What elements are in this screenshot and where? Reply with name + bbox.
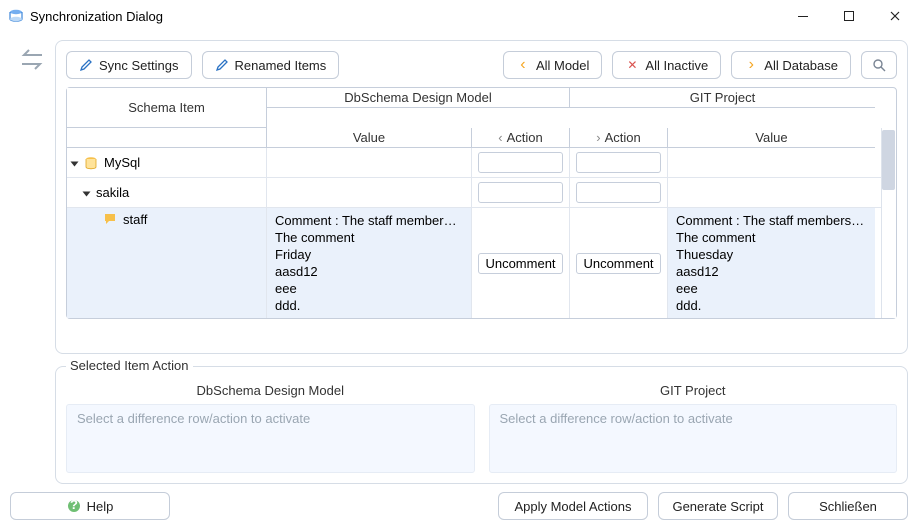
- action-placeholder-button[interactable]: [478, 152, 563, 173]
- vertical-scrollbar[interactable]: [881, 128, 896, 318]
- schema-item-label: Schema Item: [128, 100, 205, 115]
- scroll-thumb[interactable]: [882, 130, 895, 190]
- table-row[interactable]: sakila: [67, 178, 896, 208]
- action-placeholder-button[interactable]: [576, 152, 661, 173]
- close-button[interactable]: Schließen: [788, 492, 908, 520]
- selected-item-action-legend: Selected Item Action: [66, 358, 193, 373]
- grid-header-sub-row: Value Action Action Value: [67, 128, 896, 148]
- row-label: sakila: [96, 185, 129, 200]
- tree-cell[interactable]: MySql: [67, 148, 267, 177]
- col-header-left-value[interactable]: Value: [267, 128, 472, 148]
- content-area: Sync Settings Renamed Items All Model ✕ …: [0, 32, 920, 532]
- renamed-items-button[interactable]: Renamed Items: [202, 51, 340, 79]
- diff-grid: Schema Item DbSchema Design Model GIT Pr…: [66, 87, 897, 319]
- table-row[interactable]: MySql: [67, 148, 896, 178]
- window-maximize-button[interactable]: [826, 0, 872, 32]
- grid-header-group-row: Schema Item DbSchema Design Model GIT Pr…: [67, 88, 896, 128]
- right-value-cell: Comment : The staff members are l... The…: [668, 208, 875, 318]
- all-inactive-label: All Inactive: [645, 58, 708, 73]
- all-model-button[interactable]: All Model: [503, 51, 602, 79]
- chevron-left-sort-icon: [498, 130, 506, 145]
- comment-icon: [103, 212, 117, 226]
- window-titlebar: Synchronization Dialog: [0, 0, 920, 32]
- window-minimize-button[interactable]: [780, 0, 826, 32]
- tree-expand-icon[interactable]: [71, 161, 79, 166]
- rename-pencil-icon: [215, 58, 229, 72]
- window-controls: [780, 0, 918, 32]
- design-model-label: DbSchema Design Model: [344, 90, 491, 105]
- chevron-left-icon: [516, 58, 530, 72]
- help-label: Help: [87, 499, 114, 514]
- tree-cell[interactable]: staff: [67, 208, 267, 318]
- selected-right-placeholder: Select a difference row/action to activa…: [489, 404, 898, 473]
- help-button[interactable]: ? Help: [10, 492, 170, 520]
- selected-left-title: DbSchema Design Model: [66, 383, 475, 398]
- col-header-right-action[interactable]: Action: [570, 128, 668, 148]
- selected-right-title: GIT Project: [489, 383, 898, 398]
- app-icon: [8, 8, 24, 24]
- col-header-schema-item[interactable]: Schema Item: [67, 88, 267, 128]
- row-label: MySql: [104, 155, 140, 170]
- col-header-design-model[interactable]: DbSchema Design Model: [267, 88, 570, 108]
- col-header-left-action[interactable]: Action: [472, 128, 570, 148]
- window-title: Synchronization Dialog: [30, 9, 780, 24]
- chevron-right-icon: [744, 58, 758, 72]
- sync-arrows-icon: [17, 47, 47, 77]
- x-icon: ✕: [625, 58, 639, 72]
- help-icon: ?: [67, 499, 81, 513]
- table-row[interactable]: staff Comment : The staff members are l.…: [67, 208, 896, 318]
- grid-body[interactable]: MySql sakila: [67, 148, 896, 318]
- row-label: staff: [123, 212, 147, 227]
- sync-panel: Sync Settings Renamed Items All Model ✕ …: [55, 40, 908, 354]
- uncomment-right-button[interactable]: Uncomment: [576, 253, 661, 274]
- generate-script-button[interactable]: Generate Script: [658, 492, 778, 520]
- search-icon: [872, 58, 886, 72]
- col-header-right-value[interactable]: Value: [668, 128, 875, 148]
- chevron-right-sort-icon: [596, 130, 604, 145]
- all-database-button[interactable]: All Database: [731, 51, 851, 79]
- selected-left-col: DbSchema Design Model Select a differenc…: [66, 383, 475, 473]
- tree-expand-icon[interactable]: [83, 191, 91, 196]
- all-model-label: All Model: [536, 58, 589, 73]
- selected-item-action-panel: Selected Item Action DbSchema Design Mod…: [55, 366, 908, 484]
- pencil-icon: [79, 58, 93, 72]
- sync-settings-button[interactable]: Sync Settings: [66, 51, 192, 79]
- database-icon: [84, 156, 98, 170]
- sync-settings-label: Sync Settings: [99, 58, 179, 73]
- all-database-label: All Database: [764, 58, 838, 73]
- git-project-label: GIT Project: [690, 90, 756, 105]
- col-header-git-project[interactable]: GIT Project: [570, 88, 875, 108]
- left-value-cell: Comment : The staff members are l... The…: [267, 208, 472, 318]
- selected-right-col: GIT Project Select a difference row/acti…: [489, 383, 898, 473]
- svg-text:?: ?: [70, 499, 78, 512]
- action-placeholder-button[interactable]: [478, 182, 563, 203]
- apply-model-actions-button[interactable]: Apply Model Actions: [498, 492, 648, 520]
- search-button[interactable]: [861, 51, 897, 79]
- selected-left-placeholder: Select a difference row/action to activa…: [66, 404, 475, 473]
- tree-cell[interactable]: sakila: [67, 178, 267, 207]
- all-inactive-button[interactable]: ✕ All Inactive: [612, 51, 721, 79]
- sync-toolbar: Sync Settings Renamed Items All Model ✕ …: [66, 51, 897, 79]
- window-close-button[interactable]: [872, 0, 918, 32]
- action-placeholder-button[interactable]: [576, 182, 661, 203]
- renamed-items-label: Renamed Items: [235, 58, 327, 73]
- uncomment-left-button[interactable]: Uncomment: [478, 253, 563, 274]
- dialog-footer: ? Help Apply Model Actions Generate Scri…: [10, 492, 908, 524]
